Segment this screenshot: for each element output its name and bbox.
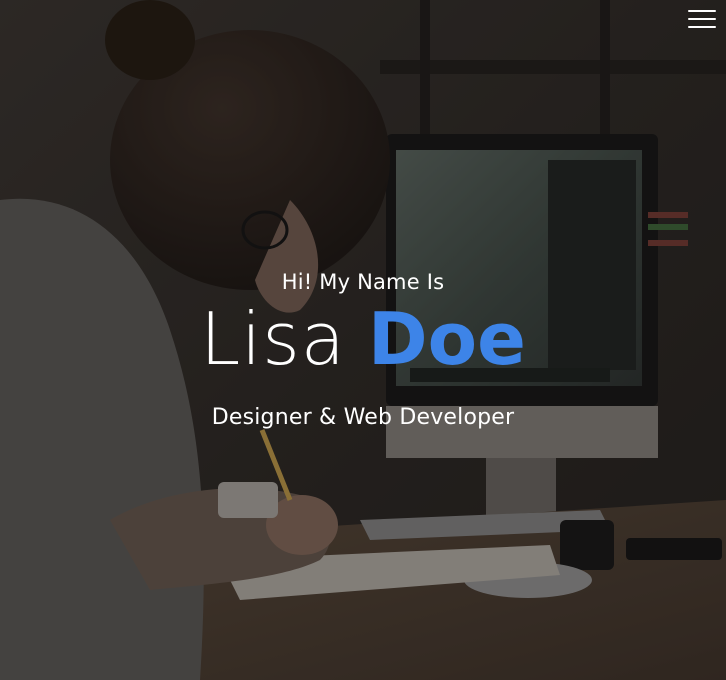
hero-name: Lisa Doe bbox=[0, 298, 726, 380]
hero-first-name: Lisa bbox=[200, 297, 346, 381]
hamburger-line bbox=[688, 26, 716, 28]
hamburger-line bbox=[688, 18, 716, 20]
hamburger-line bbox=[688, 10, 716, 12]
hero-last-name: Doe bbox=[367, 297, 526, 381]
hero-role: Designer & Web Developer bbox=[211, 405, 515, 430]
hero-greeting: Hi! My Name Is bbox=[281, 270, 445, 294]
hamburger-icon[interactable] bbox=[686, 9, 716, 31]
hero-section: Hi! My Name Is Lisa Doe Designer & Web De… bbox=[0, 0, 726, 680]
